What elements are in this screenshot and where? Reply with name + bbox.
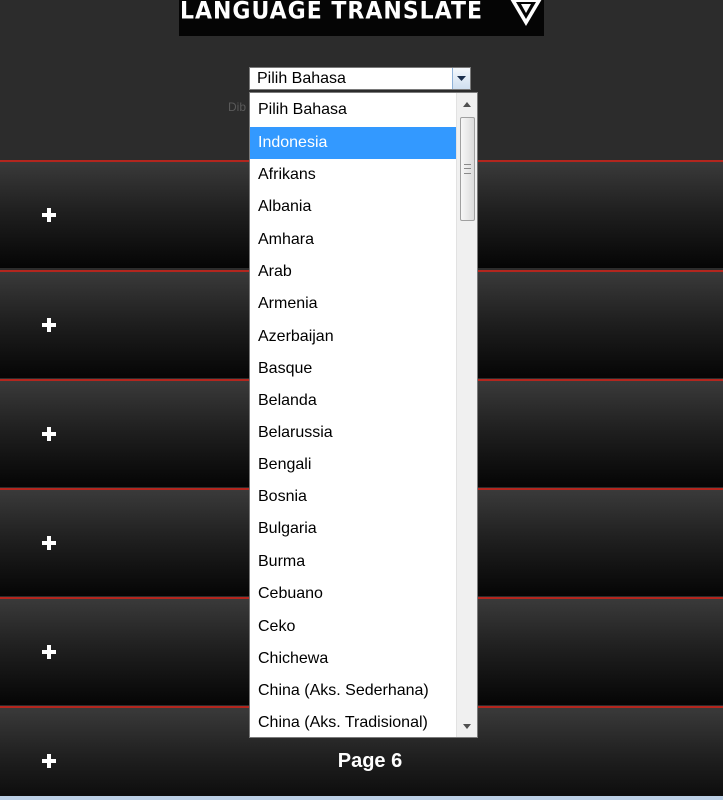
option-arab[interactable]: Arab [250,256,456,288]
select-current-value: Pilih Bahasa [257,70,346,87]
language-dropdown-list[interactable]: Pilih Bahasa Indonesia Afrikans Albania … [249,92,478,738]
scroll-up-button[interactable] [457,95,477,113]
option-amhara[interactable]: Amhara [250,224,456,256]
option-indonesia[interactable]: Indonesia [250,127,456,159]
plus-icon[interactable] [40,425,58,443]
plus-icon[interactable] [40,643,58,661]
logo: LANGUAGE TRANSLATE [179,0,544,36]
chevron-up-icon [463,101,471,107]
language-select[interactable]: Pilih Bahasa [249,67,471,90]
option-albania[interactable]: Albania [250,191,456,223]
option-belarussia[interactable]: Belarussia [250,417,456,449]
row-label: Page 6 [337,750,403,772]
option-armenia[interactable]: Armenia [250,288,456,320]
option-pilih-bahasa[interactable]: Pilih Bahasa [250,94,456,126]
select-dropdown-button[interactable] [452,68,470,89]
option-china-sederhana[interactable]: China (Aks. Sederhana) [250,675,456,707]
plus-icon[interactable] [40,534,58,552]
option-afrikans[interactable]: Afrikans [250,159,456,191]
logo-text: LANGUAGE TRANSLATE [179,0,484,25]
chevron-down-icon [457,75,466,81]
dropdown-scrollbar[interactable] [456,93,477,737]
page: LANGUAGE TRANSLATE Pilih Bahasa Dib an P… [0,0,723,800]
scroll-down-button[interactable] [457,717,477,735]
option-azerbaijan[interactable]: Azerbaijan [250,321,456,353]
option-china-tradisional[interactable]: China (Aks. Tradisional) [250,707,456,737]
option-cebuano[interactable]: Cebuano [250,578,456,610]
chevron-down-icon [463,723,471,729]
plus-icon[interactable] [40,206,58,224]
option-belanda[interactable]: Belanda [250,385,456,417]
option-ceko[interactable]: Ceko [250,611,456,643]
option-bengali[interactable]: Bengali [250,449,456,481]
scroll-thumb[interactable] [460,117,475,221]
option-bosnia[interactable]: Bosnia [250,481,456,513]
option-bulgaria[interactable]: Bulgaria [250,513,456,545]
window-bottom-border [0,796,723,800]
plus-icon[interactable] [40,316,58,334]
option-basque[interactable]: Basque [250,353,456,385]
option-burma[interactable]: Burma [250,546,456,578]
grip-icon [464,164,471,174]
option-chichewa[interactable]: Chichewa [250,643,456,675]
triangle-logo-icon [510,0,542,26]
